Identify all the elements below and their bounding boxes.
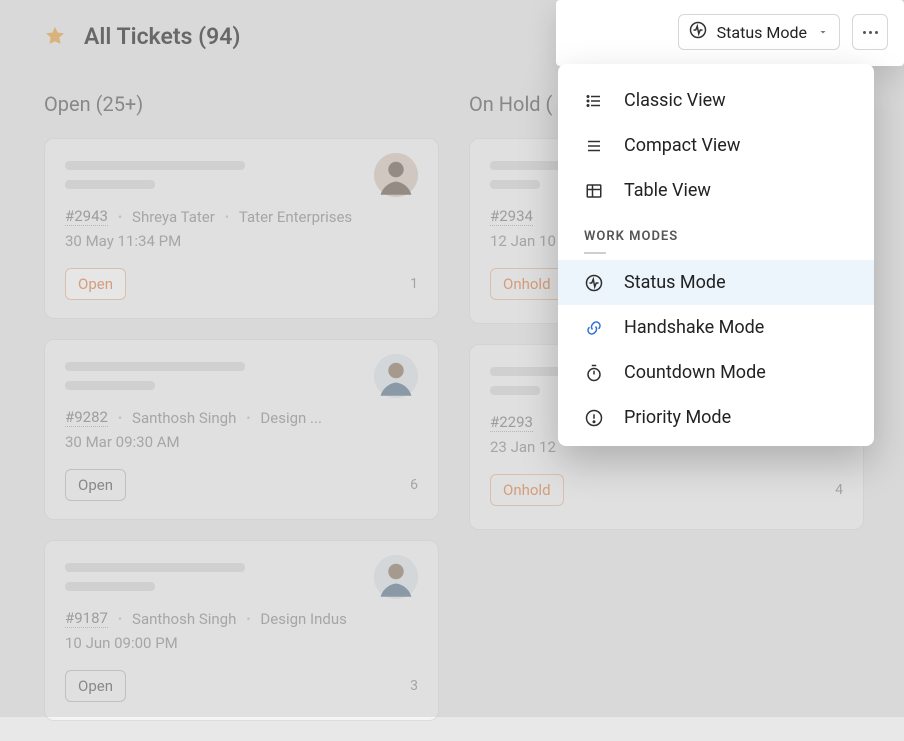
view-mode-menu: Classic View Compact View Table View WOR… bbox=[558, 64, 874, 446]
status-mode-button[interactable]: Status Mode bbox=[678, 14, 840, 50]
stopwatch-icon bbox=[584, 364, 604, 382]
ellipsis-icon bbox=[863, 31, 878, 34]
menu-item-label: Table View bbox=[624, 180, 711, 201]
menu-item-handshake-mode[interactable]: Handshake Mode bbox=[558, 305, 874, 350]
status-mode-label: Status Mode bbox=[717, 23, 807, 42]
menu-item-label: Priority Mode bbox=[624, 407, 731, 428]
menu-item-table-view[interactable]: Table View bbox=[558, 168, 874, 213]
more-button[interactable] bbox=[852, 14, 888, 50]
menu-item-label: Classic View bbox=[624, 90, 726, 111]
list-icon bbox=[584, 92, 604, 110]
menu-item-label: Status Mode bbox=[624, 272, 726, 293]
activity-icon bbox=[584, 274, 604, 292]
menu-item-label: Handshake Mode bbox=[624, 317, 764, 338]
menu-item-countdown-mode[interactable]: Countdown Mode bbox=[558, 350, 874, 395]
table-icon bbox=[584, 182, 604, 200]
link-icon bbox=[584, 319, 604, 337]
menu-item-label: Countdown Mode bbox=[624, 362, 766, 383]
alert-icon bbox=[584, 409, 604, 427]
menu-section-header: WORK MODES bbox=[558, 213, 874, 260]
menu-item-priority-mode[interactable]: Priority Mode bbox=[558, 395, 874, 440]
view-switcher-panel: Status Mode bbox=[556, 0, 904, 66]
menu-item-status-mode[interactable]: Status Mode bbox=[558, 260, 874, 305]
menu-icon bbox=[584, 137, 604, 155]
activity-icon bbox=[689, 21, 707, 43]
chevron-down-icon bbox=[817, 23, 829, 42]
menu-item-classic-view[interactable]: Classic View bbox=[558, 78, 874, 123]
menu-item-label: Compact View bbox=[624, 135, 740, 156]
menu-item-compact-view[interactable]: Compact View bbox=[558, 123, 874, 168]
